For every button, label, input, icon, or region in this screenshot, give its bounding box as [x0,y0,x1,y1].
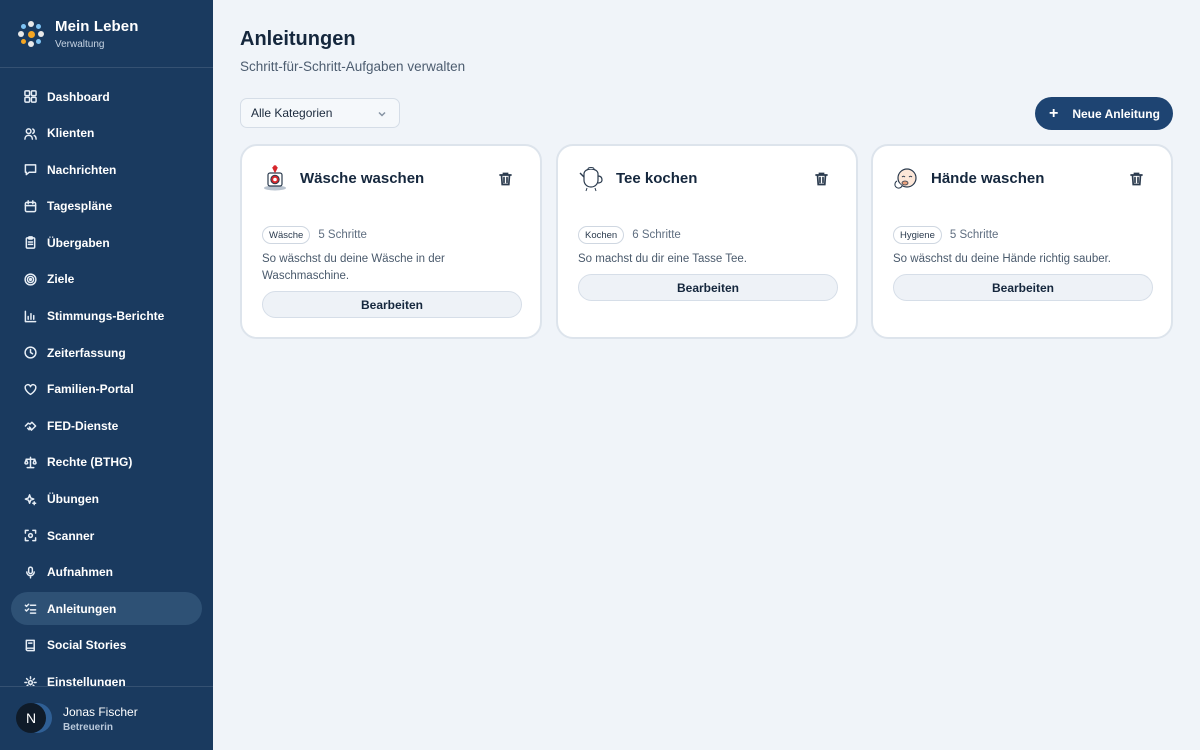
bar-chart-icon [23,309,37,323]
sidebar-item-label: FED-Dienste [47,418,119,433]
sidebar-item-label: Aufnahmen [47,565,113,580]
heart-icon [23,382,37,396]
sparkles-icon [23,492,37,506]
sidebar-item-dashboard[interactable]: Dashboard [11,80,202,113]
sidebar-item-label: Anleitungen [47,601,117,616]
sidebar-item-label: Tagespläne [47,199,113,214]
trash-icon[interactable] [1130,172,1143,186]
trash-icon[interactable] [815,172,828,186]
list-checks-icon [23,602,37,616]
sidebar-item-label: Ziele [47,272,75,287]
users-icon [23,126,37,140]
clock-icon [23,346,37,360]
teapot-icon [578,164,604,192]
card-description: So wäschst du deine Hände richtig sauber… [893,253,1111,265]
sidebar-item-social-stories[interactable]: Social Stories [11,629,202,662]
edit-button[interactable]: Bearbeiten [578,274,838,301]
scale-icon [23,455,37,469]
handshake-icon [23,419,37,433]
user-profile[interactable]: N Jonas Fischer Betreuerin [0,686,213,750]
sidebar-item-nachrichten[interactable]: Nachrichten [11,153,202,186]
card-title: Hände waschen [931,169,1045,187]
card-description: So wäschst du deine Wäsche in der Waschm… [262,253,445,282]
clipboard-icon [23,236,37,250]
sidebar-item-rechte[interactable]: Rechte (BTHG) [11,446,202,479]
category-filter-select[interactable]: Alle Kategorien [240,98,400,128]
category-filter-value: Alle Kategorien [251,106,333,120]
sidebar-item-label: Klienten [47,126,95,141]
sidebar: Mein Leben Verwaltung Dashboard Klienten… [0,0,213,750]
steps-count: 5 Schritte [949,229,999,241]
sidebar-item-label: Familien-Portal [47,382,134,397]
main-content: Anleitungen Schritt-für-Schritt-Aufgaben… [213,0,1200,750]
user-role: Betreuerin [63,721,114,733]
category-tag: Wäsche [262,226,311,244]
sidebar-item-zeiterfassung[interactable]: Zeiterfassung [11,336,202,369]
avatar-initial: N [16,703,46,733]
new-guide-label: Neue Anleitung [1072,106,1160,121]
sidebar-item-label: Übergaben [47,235,110,250]
sidebar-item-aufnahmen[interactable]: Aufnahmen [11,556,202,589]
sidebar-item-label: Rechte (BTHG) [47,455,133,470]
card-title: Wäsche waschen [300,169,425,187]
page-subtitle: Schritt-für-Schritt-Aufgaben verwalten [240,59,466,74]
card-title: Tee kochen [616,169,698,187]
sidebar-item-anleitungen[interactable]: Anleitungen [11,592,202,626]
trash-icon[interactable] [499,172,512,186]
card-description: So machst du dir eine Tasse Tee. [578,253,747,265]
brand-title: Mein Leben [55,17,139,35]
microphone-icon [23,565,37,579]
brand-subtitle: Verwaltung [55,38,105,50]
sidebar-item-fed-dienste[interactable]: FED-Dienste [11,409,202,442]
scan-icon [23,529,37,543]
logo-icon [18,20,44,47]
sidebar-item-label: Nachrichten [47,162,117,177]
sidebar-item-label: Scanner [47,528,95,543]
sidebar-item-label: Zeiterfassung [47,345,126,360]
sidebar-item-familien-portal[interactable]: Familien-Portal [11,373,202,406]
sidebar-item-label: Dashboard [47,89,110,104]
steps-count: 5 Schritte [318,229,367,241]
sidebar-item-label: Übungen [47,492,99,507]
sidebar-item-scanner[interactable]: Scanner [11,519,202,552]
new-guide-button[interactable]: + Neue Anleitung [1035,97,1173,130]
sidebar-item-klienten[interactable]: Klienten [11,117,202,150]
message-icon [23,163,37,177]
page-title: Anleitungen [240,28,356,50]
washing-machine-icon [262,164,288,192]
sidebar-item-stimmungs-berichte[interactable]: Stimmungs-Berichte [11,300,202,333]
book-icon [23,638,37,652]
user-name: Jonas Fischer [63,704,138,719]
sidebar-item-uebergaben[interactable]: Übergaben [11,226,202,259]
steps-count: 6 Schritte [632,229,681,241]
guide-card-waesche: Wäsche waschen Wäsche 5 Schritte So wäsc… [240,144,542,339]
avatar: N [16,703,52,734]
sidebar-nav: Dashboard Klienten Nachrichten Tagesplän… [0,80,213,702]
category-tag: Hygiene [893,226,942,244]
grid-icon [23,90,37,104]
calendar-icon [23,199,37,213]
sidebar-item-label: Social Stories [47,638,127,653]
guide-card-tee: Tee kochen Kochen 6 Schritte So machst d… [556,144,858,339]
edit-button[interactable]: Bearbeiten [262,291,522,318]
category-tag: Kochen [578,226,625,244]
sidebar-item-ziele[interactable]: Ziele [11,263,202,296]
sidebar-item-uebungen[interactable]: Übungen [11,483,202,516]
guide-card-haende: Hände waschen Hygiene 5 Schritte So wäsc… [871,144,1173,339]
sidebar-item-tagesplaene[interactable]: Tagespläne [11,190,202,223]
hand-wash-icon [893,164,919,192]
plus-icon: + [1049,104,1059,122]
sidebar-item-label: Stimmungs-Berichte [47,309,165,324]
target-icon [23,272,37,286]
brand[interactable]: Mein Leben Verwaltung [0,0,213,68]
chevron-down-icon [377,108,387,118]
edit-button[interactable]: Bearbeiten [893,274,1153,301]
